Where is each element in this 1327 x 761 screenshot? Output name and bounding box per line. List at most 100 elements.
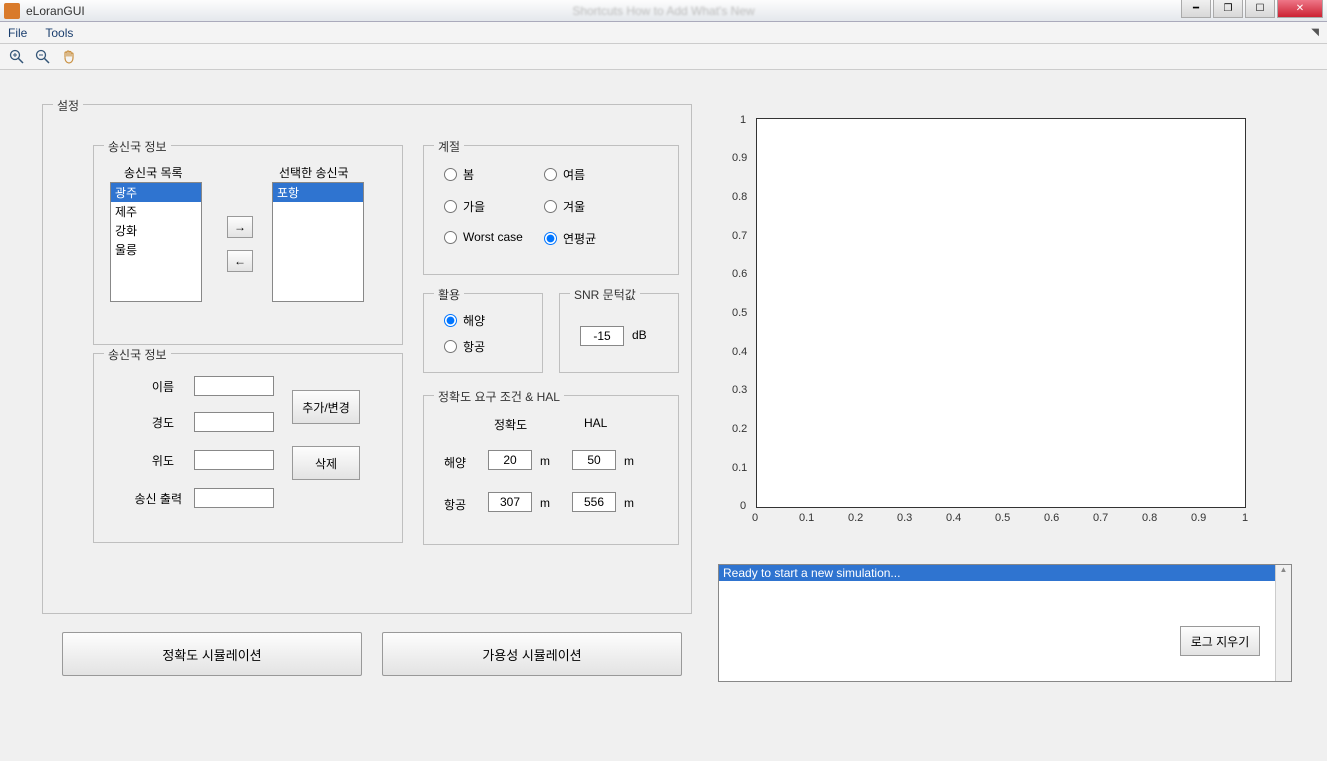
name-input[interactable] (194, 376, 274, 396)
selected-stations-label: 선택한 송신국 (279, 164, 349, 181)
settings-legend: 설정 (53, 97, 83, 114)
usage-panel: 활용 해양 항공 (423, 293, 543, 373)
pan-hand-icon[interactable] (60, 48, 78, 66)
y-tick: 0.3 (732, 384, 747, 396)
y-tick: 0.7 (732, 230, 747, 242)
availability-simulation-button[interactable]: 가용성 시뮬레이션 (382, 632, 682, 676)
selected-stations-listbox[interactable]: 포항 (272, 182, 364, 302)
station-detail-legend: 송신국 정보 (104, 346, 171, 363)
longitude-input[interactable] (194, 412, 274, 432)
list-item[interactable]: 포항 (273, 183, 363, 202)
zoom-out-icon[interactable] (34, 48, 52, 66)
season-worstcase-radio[interactable]: Worst case (444, 230, 523, 244)
marine-row-label: 해양 (444, 454, 466, 471)
y-tick: 0.4 (732, 346, 747, 358)
station-detail-panel: 송신국 정보 이름 경도 위도 송신 출력 추가/변경 삭제 (93, 353, 403, 543)
add-change-button[interactable]: 추가/변경 (292, 390, 360, 424)
close-button[interactable]: ✕ (1277, 0, 1323, 18)
toolbar (0, 44, 1327, 70)
season-legend: 계절 (434, 138, 464, 155)
add-station-button[interactable]: → (227, 216, 253, 238)
season-winter-radio[interactable]: 겨울 (544, 198, 585, 215)
snr-threshold-input[interactable] (580, 326, 624, 346)
available-stations-listbox[interactable]: 광주 제주 강화 울릉 (110, 182, 202, 302)
remove-station-button[interactable]: ← (227, 250, 253, 272)
x-tick: 0.1 (799, 512, 814, 524)
x-tick: 0.8 (1142, 512, 1157, 524)
list-item[interactable]: 광주 (111, 183, 201, 202)
menu-tools[interactable]: Tools (45, 26, 73, 40)
settings-panel: 설정 송신국 정보 송신국 목록 선택한 송신국 광주 제주 강화 울릉 → ←… (42, 104, 692, 614)
aviation-hal-input[interactable] (572, 492, 616, 512)
x-tick: 0 (752, 512, 758, 524)
x-tick: 0.3 (897, 512, 912, 524)
titlebar-blurred-text: Shortcuts How to Add What's New (572, 4, 754, 18)
list-item[interactable]: 울릉 (111, 240, 201, 259)
content-area: 설정 송신국 정보 송신국 목록 선택한 송신국 광주 제주 강화 울릉 → ←… (0, 70, 1327, 761)
station-info-legend: 송신국 정보 (104, 138, 171, 155)
accuracy-hal-panel: 정확도 요구 조건 & HAL 정확도 HAL 해양 m m 항공 m m (423, 395, 679, 545)
y-tick: 0.5 (732, 307, 747, 319)
y-tick: 0.1 (732, 462, 747, 474)
hal-column-label: HAL (584, 416, 607, 430)
power-input[interactable] (194, 488, 274, 508)
season-panel: 계절 봄 여름 가을 겨울 Worst case 연평균 (423, 145, 679, 275)
y-tick: 0.6 (732, 268, 747, 280)
name-label: 이름 (124, 378, 174, 395)
y-tick: 0.2 (732, 423, 747, 435)
restore-button[interactable]: ❐ (1213, 0, 1243, 18)
power-label: 송신 출력 (112, 490, 182, 507)
latitude-input[interactable] (194, 450, 274, 470)
usage-marine-radio[interactable]: 해양 (444, 312, 485, 329)
unit-m: m (540, 496, 550, 510)
x-tick: 0.2 (848, 512, 863, 524)
menu-bar: File Tools ◥ (0, 22, 1327, 44)
accuracy-column-label: 정확도 (494, 416, 527, 433)
delete-button[interactable]: 삭제 (292, 446, 360, 480)
snr-unit-label: dB (632, 328, 647, 342)
aviation-accuracy-input[interactable] (488, 492, 532, 512)
maximize-button[interactable]: ☐ (1245, 0, 1275, 18)
marine-hal-input[interactable] (572, 450, 616, 470)
log-listbox[interactable]: Ready to start a new simulation... (718, 564, 1292, 682)
menu-dropdown-icon[interactable]: ◥ (1311, 27, 1319, 38)
menu-file[interactable]: File (8, 26, 27, 40)
marine-accuracy-input[interactable] (488, 450, 532, 470)
accuracy-simulation-button[interactable]: 정확도 시뮬레이션 (62, 632, 362, 676)
clear-log-button[interactable]: 로그 지우기 (1180, 626, 1260, 656)
available-stations-label: 송신국 목록 (124, 164, 183, 181)
latitude-label: 위도 (124, 452, 174, 469)
season-yearly-radio[interactable]: 연평균 (544, 230, 596, 247)
y-tick: 0.8 (732, 191, 747, 203)
longitude-label: 경도 (124, 414, 174, 431)
usage-aviation-radio[interactable]: 항공 (444, 338, 485, 355)
window-titlebar: eLoranGUI Shortcuts How to Add What's Ne… (0, 0, 1327, 22)
list-item[interactable]: 강화 (111, 221, 201, 240)
x-tick: 0.7 (1093, 512, 1108, 524)
unit-m: m (624, 496, 634, 510)
chart-axes (756, 118, 1246, 508)
window-title: eLoranGUI (26, 4, 85, 18)
minimize-button[interactable]: ━ (1181, 0, 1211, 18)
unit-m: m (624, 454, 634, 468)
unit-m: m (540, 454, 550, 468)
x-tick: 0.6 (1044, 512, 1059, 524)
y-tick: 0 (740, 500, 746, 512)
station-info-panel: 송신국 정보 송신국 목록 선택한 송신국 광주 제주 강화 울릉 → ← 포항 (93, 145, 403, 345)
season-spring-radio[interactable]: 봄 (444, 166, 474, 183)
list-item[interactable]: 제주 (111, 202, 201, 221)
usage-legend: 활용 (434, 286, 464, 303)
aviation-row-label: 항공 (444, 496, 466, 513)
y-tick: 0.9 (732, 152, 747, 164)
season-autumn-radio[interactable]: 가을 (444, 198, 485, 215)
zoom-in-icon[interactable] (8, 48, 26, 66)
x-tick: 1 (1242, 512, 1248, 524)
season-summer-radio[interactable]: 여름 (544, 166, 585, 183)
x-tick: 0.5 (995, 512, 1010, 524)
app-icon (4, 3, 20, 19)
y-tick: 1 (740, 114, 746, 126)
log-scrollbar[interactable] (1275, 565, 1291, 681)
snr-legend: SNR 문턱값 (570, 286, 640, 303)
log-line: Ready to start a new simulation... (719, 565, 1291, 581)
x-tick: 0.4 (946, 512, 961, 524)
